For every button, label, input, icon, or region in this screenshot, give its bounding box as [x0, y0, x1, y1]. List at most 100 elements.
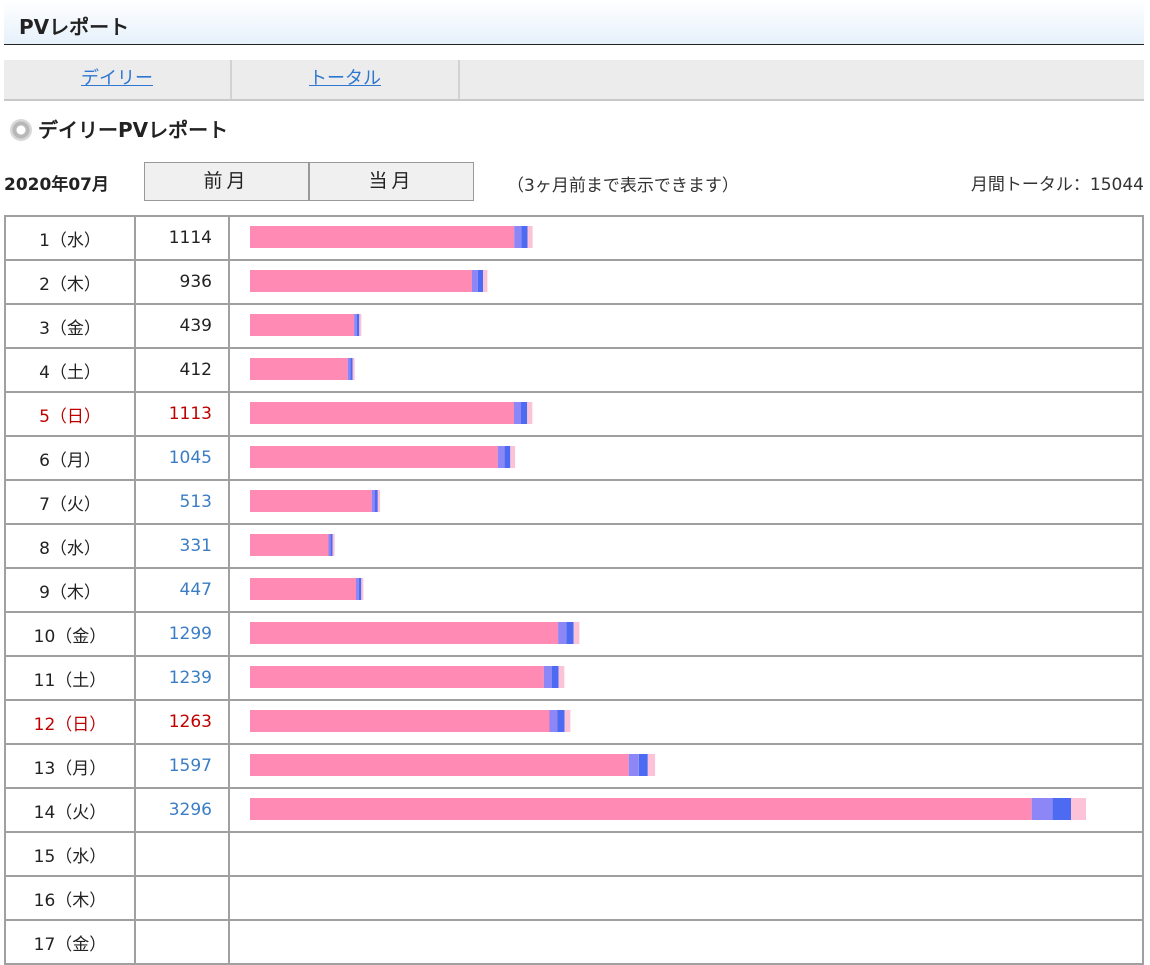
table-row: 16（木）: [4, 875, 1144, 921]
pv-bar-cell: [228, 479, 1144, 525]
pv-bar-cell: [228, 391, 1144, 437]
pv-count-cell[interactable]: 1045: [134, 435, 230, 481]
current-month-button[interactable]: 当月: [309, 162, 474, 201]
day-cell: 3（金）: [4, 303, 136, 349]
pv-bar-segment-main: [250, 666, 544, 688]
table-row: 12（日） 1263: [4, 699, 1144, 745]
pv-count-cell[interactable]: 3296: [134, 787, 230, 833]
day-cell: 15（水）: [4, 831, 136, 877]
pv-bar-segment-blue: [358, 578, 362, 600]
pv-bar-cell: [228, 875, 1144, 921]
pv-bar-segment-blue: [374, 490, 378, 512]
tab-daily[interactable]: デイリー: [4, 60, 232, 99]
pv-bar-segment-lavender: [543, 666, 552, 688]
pv-bar-segment-lavender: [347, 358, 351, 380]
table-row: 14（火） 3296: [4, 787, 1144, 833]
pv-bar-cell: [228, 259, 1144, 305]
pv-bar-segment-lavender: [549, 710, 558, 732]
pv-bar-segment-light: [1071, 798, 1086, 820]
day-cell: 2（木）: [4, 259, 136, 305]
pv-bar-segment-blue: [521, 402, 528, 424]
pv-bar-cell: [228, 787, 1144, 833]
pv-bar-segment-lavender: [1031, 798, 1053, 820]
pv-bar: [250, 754, 656, 776]
pv-count-cell: [134, 875, 230, 921]
monthly-total: 月間トータル：15044: [970, 175, 1144, 195]
pv-bar: [250, 358, 355, 380]
pv-bar-cell: [228, 699, 1144, 745]
pv-bar-segment-lavender: [472, 270, 478, 292]
table-row: 6（月） 1045: [4, 435, 1144, 481]
pv-count-cell: 1113: [134, 391, 230, 437]
pv-bar-segment-main: [250, 798, 1032, 820]
table-row: 2（木） 936: [4, 259, 1144, 305]
pv-bar-segment-blue: [330, 534, 333, 556]
month-label: 2020年07月: [4, 175, 109, 195]
pv-bar-segment-main: [250, 710, 550, 732]
pv-bar-segment-lavender: [497, 446, 505, 468]
pv-bar-segment-lavender: [558, 622, 567, 644]
pv-bar-segment-main: [250, 446, 498, 468]
pv-count-cell: 439: [134, 303, 230, 349]
pv-bar-segment-main: [250, 358, 348, 380]
pv-bar-segment-light: [332, 534, 335, 556]
day-cell: 9（木）: [4, 567, 136, 613]
daily-pv-table-wrap: 1（水） 1114 2（木） 936 3（金） 439 4（土） 412 5（日） 1113 6（月…: [4, 215, 1144, 965]
pv-bar: [250, 270, 488, 292]
tab-daily-link[interactable]: デイリー: [81, 68, 153, 89]
pv-bar-segment-light: [647, 754, 656, 776]
pv-count-cell: [134, 919, 230, 965]
pv-bar-segment-light: [510, 446, 516, 468]
day-cell: 17（金）: [4, 919, 136, 965]
pv-bar-segment-main: [250, 578, 356, 600]
table-row: 4（土） 412: [4, 347, 1144, 393]
prev-month-button[interactable]: 前月: [144, 162, 309, 201]
pv-bar-segment-light: [352, 358, 355, 380]
tab-total[interactable]: トータル: [232, 60, 460, 99]
pv-bar-segment-main: [250, 402, 514, 424]
pv-bar: [250, 446, 516, 468]
section-title: デイリーPVレポート: [38, 118, 229, 142]
pv-bar-segment-main: [250, 622, 559, 644]
pv-count-cell[interactable]: 1239: [134, 655, 230, 701]
pv-bar-segment-main: [250, 490, 372, 512]
pv-bar: [250, 798, 1086, 820]
pv-bar-segment-blue: [356, 314, 360, 336]
pv-bar: [250, 534, 335, 556]
pv-bar-segment-light: [527, 226, 533, 248]
pv-bar-cell: [228, 655, 1144, 701]
day-cell: 14（火）: [4, 787, 136, 833]
daily-pv-table: 1（水） 1114 2（木） 936 3（金） 439 4（土） 412 5（日） 1113 6（月…: [4, 215, 1144, 965]
table-row: 10（金） 1299: [4, 611, 1144, 657]
pv-count-cell: 1114: [134, 215, 230, 261]
pv-bar-segment-main: [250, 534, 329, 556]
table-row: 8（水） 331: [4, 523, 1144, 569]
pv-count-cell[interactable]: 331: [134, 523, 230, 569]
pv-bar-segment-blue: [638, 754, 648, 776]
pv-bar-segment-lavender: [514, 226, 522, 248]
pv-bar: [250, 622, 580, 644]
pv-bar: [250, 402, 533, 424]
pv-bar-segment-light: [564, 710, 571, 732]
pv-bar: [250, 314, 362, 336]
pv-bar-segment-main: [250, 226, 515, 248]
pv-count-cell[interactable]: 513: [134, 479, 230, 525]
range-note: （3ヶ月前まで表示できます）: [507, 176, 739, 196]
pv-bar-segment-blue: [504, 446, 511, 468]
pv-count-cell[interactable]: 1597: [134, 743, 230, 789]
day-cell: 1（水）: [4, 215, 136, 261]
pv-bar-segment-lavender: [328, 534, 331, 556]
pv-count-cell[interactable]: 447: [134, 567, 230, 613]
day-cell: 6（月）: [4, 435, 136, 481]
pv-count-cell: 936: [134, 259, 230, 305]
tab-total-link[interactable]: トータル: [309, 68, 381, 89]
table-row: 17（金）: [4, 919, 1144, 965]
pv-count-cell[interactable]: 1299: [134, 611, 230, 657]
tab-bar: デイリー トータル: [4, 60, 1144, 101]
pv-bar-segment-light: [361, 578, 364, 600]
pv-bar-segment-main: [250, 270, 472, 292]
day-cell: 5（日）: [4, 391, 136, 437]
pv-count-cell: 1263: [134, 699, 230, 745]
table-row: 11（土） 1239: [4, 655, 1144, 701]
pv-bar-cell: [228, 523, 1144, 569]
